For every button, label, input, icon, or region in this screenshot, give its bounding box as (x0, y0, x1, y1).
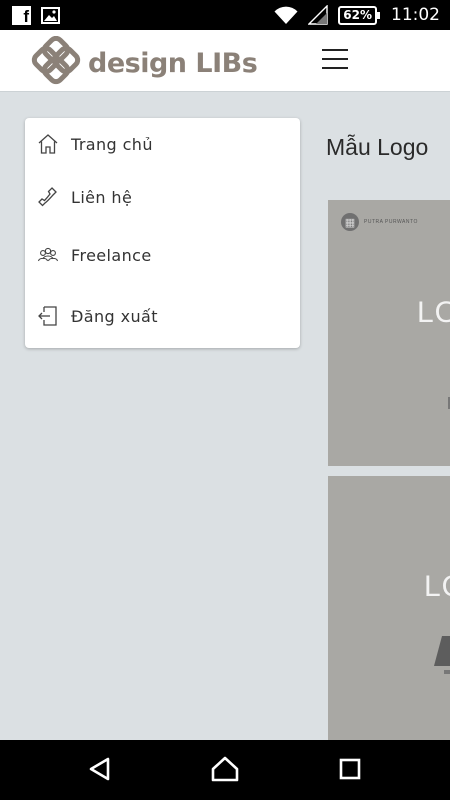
hamburger-line (322, 67, 348, 69)
menu-item-label: Trang chủ (71, 134, 153, 154)
logo-card[interactable]: ▦ PUTRA PURWANTO LO (328, 200, 450, 466)
system-navigation-bar (0, 740, 450, 800)
home-icon (36, 132, 60, 156)
wifi-icon (274, 5, 298, 25)
navigation-menu: Trang chủ Liên hệ Freelance Đăng xuất (25, 118, 300, 348)
app-header: design LIBs (0, 30, 450, 92)
logout-icon (36, 304, 60, 328)
card-logo-text: LO (424, 570, 450, 603)
card-brand: ▦ PUTRA PURWANTO (341, 213, 418, 231)
logo-card[interactable]: LO (328, 476, 450, 740)
app-screen: f 62% 11:02 design LIBs Mẫu Logo ▦ PUTRA… (0, 0, 450, 800)
menu-item-freelance[interactable]: Freelance (25, 232, 300, 278)
home-button[interactable] (210, 756, 240, 786)
status-right: 62% 11:02 (274, 5, 440, 25)
menu-item-logout[interactable]: Đăng xuất (25, 293, 300, 339)
card-brand-mark-icon: ▦ (341, 213, 359, 231)
logo-text: design LIBs (88, 47, 258, 79)
recent-apps-icon (338, 757, 362, 785)
status-bar: f 62% 11:02 (0, 0, 450, 30)
phone-icon (36, 185, 60, 209)
card-brand-text: PUTRA PURWANTO (364, 219, 418, 225)
home-icon (211, 755, 239, 787)
back-icon (87, 756, 113, 786)
menu-item-label: Đăng xuất (71, 306, 158, 326)
battery-indicator: 62% (338, 5, 380, 25)
menu-item-home[interactable]: Trang chủ (25, 121, 300, 167)
section-title: Mẫu Logo (326, 134, 429, 160)
menu-item-label: Liên hệ (71, 187, 133, 207)
back-button[interactable] (85, 756, 115, 786)
status-left: f (12, 5, 60, 25)
menu-item-contact[interactable]: Liên hệ (25, 174, 300, 220)
card-decoration (433, 636, 450, 666)
clock: 11:02 (391, 5, 440, 25)
hamburger-line (322, 49, 348, 51)
card-logo-text: LO (417, 296, 450, 329)
hamburger-line (322, 58, 348, 60)
signal-icon (308, 5, 328, 25)
brand-logo[interactable]: design LIBs (30, 35, 258, 90)
people-icon (36, 243, 60, 267)
image-icon (41, 6, 60, 24)
hamburger-menu-button[interactable] (322, 49, 348, 69)
card-decoration (444, 670, 450, 674)
logo-mark-icon (30, 35, 82, 90)
menu-item-label: Freelance (71, 245, 152, 265)
recent-apps-button[interactable] (335, 756, 365, 786)
facebook-icon: f (12, 5, 31, 25)
